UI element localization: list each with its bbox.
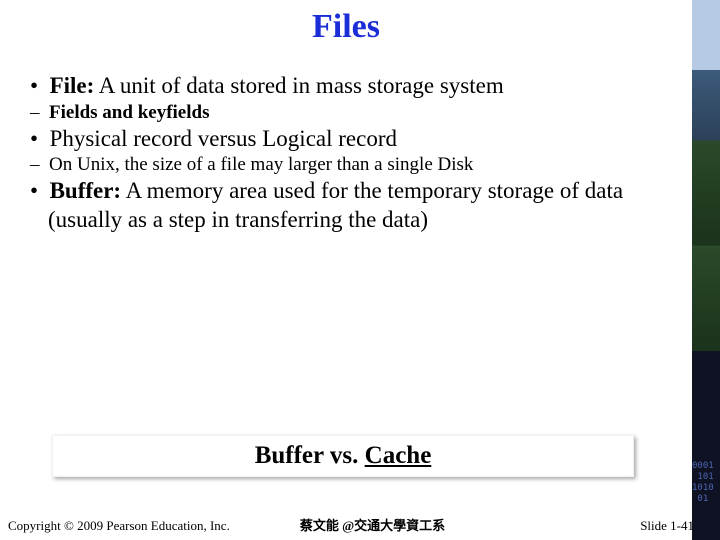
decor-binary-panel: 0001 101 1010 01: [692, 351, 720, 540]
bullet-physical-sub: – On Unix, the size of a file may larger…: [30, 153, 662, 177]
callout-lead: Buffer vs.: [255, 442, 365, 469]
bullet-buffer: • Buffer: A memory area used for the tem…: [30, 177, 662, 235]
decor-mountain-image: [692, 0, 720, 351]
bullet-buffer-def: A memory area used for the temporary sto…: [48, 178, 623, 232]
bullet-file-sub-text: Fields and keyfields: [49, 102, 209, 123]
bullet-physical-sub-text: On Unix, the size of a file may larger t…: [49, 154, 473, 175]
slide-area: Files • File: A unit of data stored in m…: [0, 0, 692, 540]
decor-right-strip: 0001 101 1010 01: [692, 0, 720, 540]
bullet-physical: • Physical record versus Logical record: [30, 125, 662, 154]
callout-box: Buffer vs. Cache: [52, 435, 634, 477]
callout-cache: Cache: [365, 442, 432, 469]
bullet-file-sub: – Fields and keyfields: [30, 101, 662, 125]
bullet-file-def: A unit of data stored in mass storage sy…: [94, 73, 503, 98]
bullet-file: • File: A unit of data stored in mass st…: [30, 72, 662, 101]
footer-slide-number: Slide 1-41: [640, 518, 712, 534]
bullet-physical-text: Physical record versus Logical record: [50, 126, 397, 151]
slide-content: • File: A unit of data stored in mass st…: [0, 46, 692, 235]
footer: Copyright © 2009 Pearson Education, Inc.…: [8, 515, 712, 534]
bullet-file-term: File:: [50, 73, 95, 98]
slide-title: Files: [0, 8, 692, 46]
bullet-buffer-term: Buffer:: [50, 178, 122, 203]
footer-author: 蔡文能 @交通大學資工系: [230, 515, 640, 534]
footer-copyright: Copyright © 2009 Pearson Education, Inc.: [8, 518, 230, 534]
decor-bits: 0001 101 1010 01: [692, 351, 720, 505]
